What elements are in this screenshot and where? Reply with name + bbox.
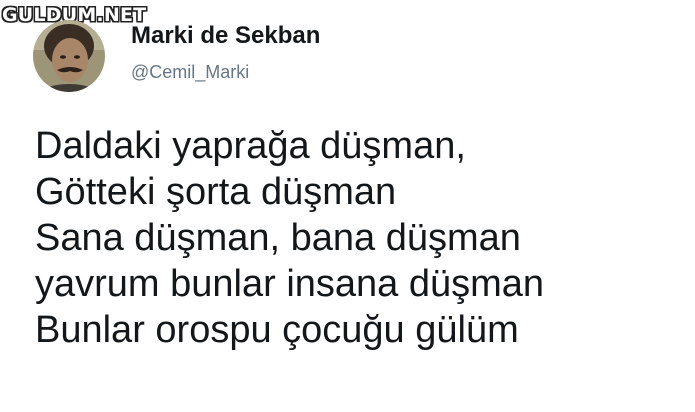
tweet-line: Götteki şorta düşman — [35, 171, 397, 213]
tweet-text: Daldaki yaprağa düşman, Götteki şorta dü… — [35, 123, 544, 353]
tweet-line: Bunlar orospu çocuğu gülüm — [35, 309, 519, 351]
author-display-name[interactable]: Marki de Sekban — [131, 22, 320, 50]
profile-photo-icon — [33, 20, 105, 92]
tweet-line: Daldaki yaprağa düşman, — [35, 125, 466, 167]
tweet-line: yavrum bunlar insana düşman — [35, 263, 545, 305]
tweet-line: Sana düşman, bana düşman — [35, 217, 521, 259]
avatar[interactable] — [33, 20, 105, 92]
author-handle[interactable]: @Cemil_Marki — [131, 62, 249, 83]
